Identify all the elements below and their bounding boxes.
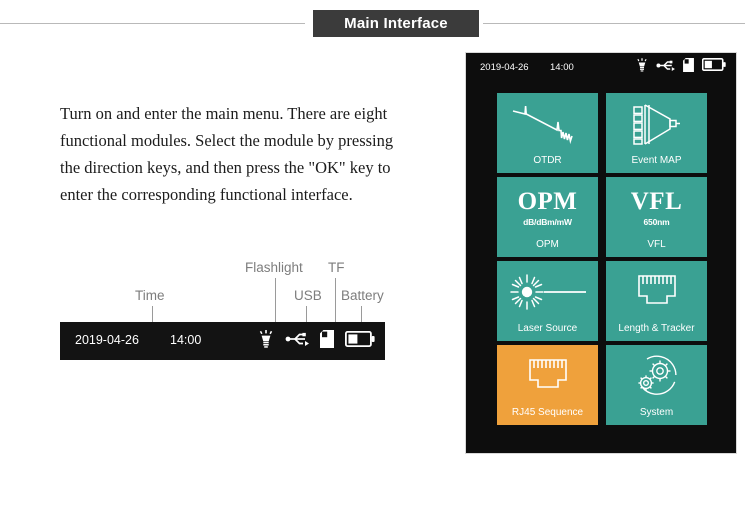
header-rule-left <box>0 23 305 24</box>
battery-icon <box>701 58 726 76</box>
annotation-label-flashlight: Flashlight <box>245 260 303 275</box>
leader-line-time <box>152 306 153 322</box>
device-status-time: 14:00 <box>550 61 574 73</box>
annotation-label-tf: TF <box>328 260 345 275</box>
annotation-label-battery: Battery <box>341 288 384 303</box>
module-tile-event-map[interactable]: Event MAP <box>606 93 707 173</box>
module-label: OTDR <box>533 155 562 166</box>
module-label: Event MAP <box>631 155 682 166</box>
module-tile-rj45-sequence[interactable]: RJ45 Sequence <box>497 345 598 425</box>
device-status-icons <box>636 57 726 77</box>
leader-line-tf <box>335 278 336 322</box>
module-tile-otdr[interactable]: OTDR <box>497 93 598 173</box>
gears-icon <box>606 345 707 407</box>
tf-card-icon <box>320 329 334 353</box>
module-tile-system[interactable]: System <box>606 345 707 425</box>
module-label: RJ45 Sequence <box>511 407 584 418</box>
annotation-label-usb: USB <box>294 288 322 303</box>
leader-line-battery <box>361 306 362 322</box>
rj45-icon <box>497 345 598 407</box>
tf-card-icon <box>683 57 694 77</box>
leader-line-flashlight <box>275 278 276 322</box>
module-label: Laser Source <box>517 323 578 334</box>
leader-line-usb <box>306 306 307 322</box>
module-tile-opm[interactable]: OPM dB/dBm/mW OPM <box>497 177 598 257</box>
page-title: Main Interface <box>313 10 479 37</box>
usb-icon <box>285 332 309 351</box>
device-status-bar: 2019-04-26 14:00 <box>466 53 736 81</box>
event-map-splitter-icon <box>606 93 707 155</box>
opm-sub-text: dB/dBm/mW <box>523 217 572 227</box>
vfl-text-icon: VFL 650nm <box>606 177 707 239</box>
flashlight-icon <box>258 329 274 353</box>
module-tile-vfl[interactable]: VFL 650nm VFL <box>606 177 707 257</box>
module-label: OPM <box>536 239 559 250</box>
annotation-label-time: Time <box>135 288 165 303</box>
module-label: Length & Tracker <box>618 323 695 334</box>
opm-text-icon: OPM dB/dBm/mW <box>497 177 598 239</box>
module-grid: OTDR Event MAP OPM dB/dBm/mW OPM VFL 650… <box>497 93 707 425</box>
vfl-sub-text: 650nm <box>643 217 670 227</box>
page-header: Main Interface <box>0 0 745 46</box>
status-bar-time: 14:00 <box>170 333 202 347</box>
flashlight-icon <box>636 57 648 77</box>
device-screen: 2019-04-26 14:00 OTDR Event MAP OPM dB/d… <box>465 52 737 454</box>
opm-big-text: OPM <box>517 188 578 215</box>
header-rule-right <box>483 23 745 24</box>
description-text: Turn on and enter the main menu. There a… <box>60 104 394 204</box>
device-status-date: 2019-04-26 <box>480 61 529 73</box>
otdr-trace-icon <box>497 93 598 155</box>
module-label: System <box>639 407 674 418</box>
laser-burst-icon <box>497 261 598 323</box>
module-tile-length-tracker[interactable]: Length & Tracker <box>606 261 707 341</box>
rj45-icon <box>606 261 707 323</box>
status-bar: 2019-04-26 14:00 <box>60 322 385 360</box>
module-tile-laser-source[interactable]: Laser Source <box>497 261 598 341</box>
module-label: VFL <box>647 239 666 250</box>
usb-icon <box>656 58 675 76</box>
vfl-big-text: VFL <box>630 188 683 215</box>
battery-icon <box>344 330 375 352</box>
status-bar-annotation-diagram: Time Flashlight USB TF Battery 2019-04-2… <box>60 255 400 360</box>
status-bar-date: 2019-04-26 <box>75 333 139 347</box>
status-bar-icons <box>258 322 375 360</box>
